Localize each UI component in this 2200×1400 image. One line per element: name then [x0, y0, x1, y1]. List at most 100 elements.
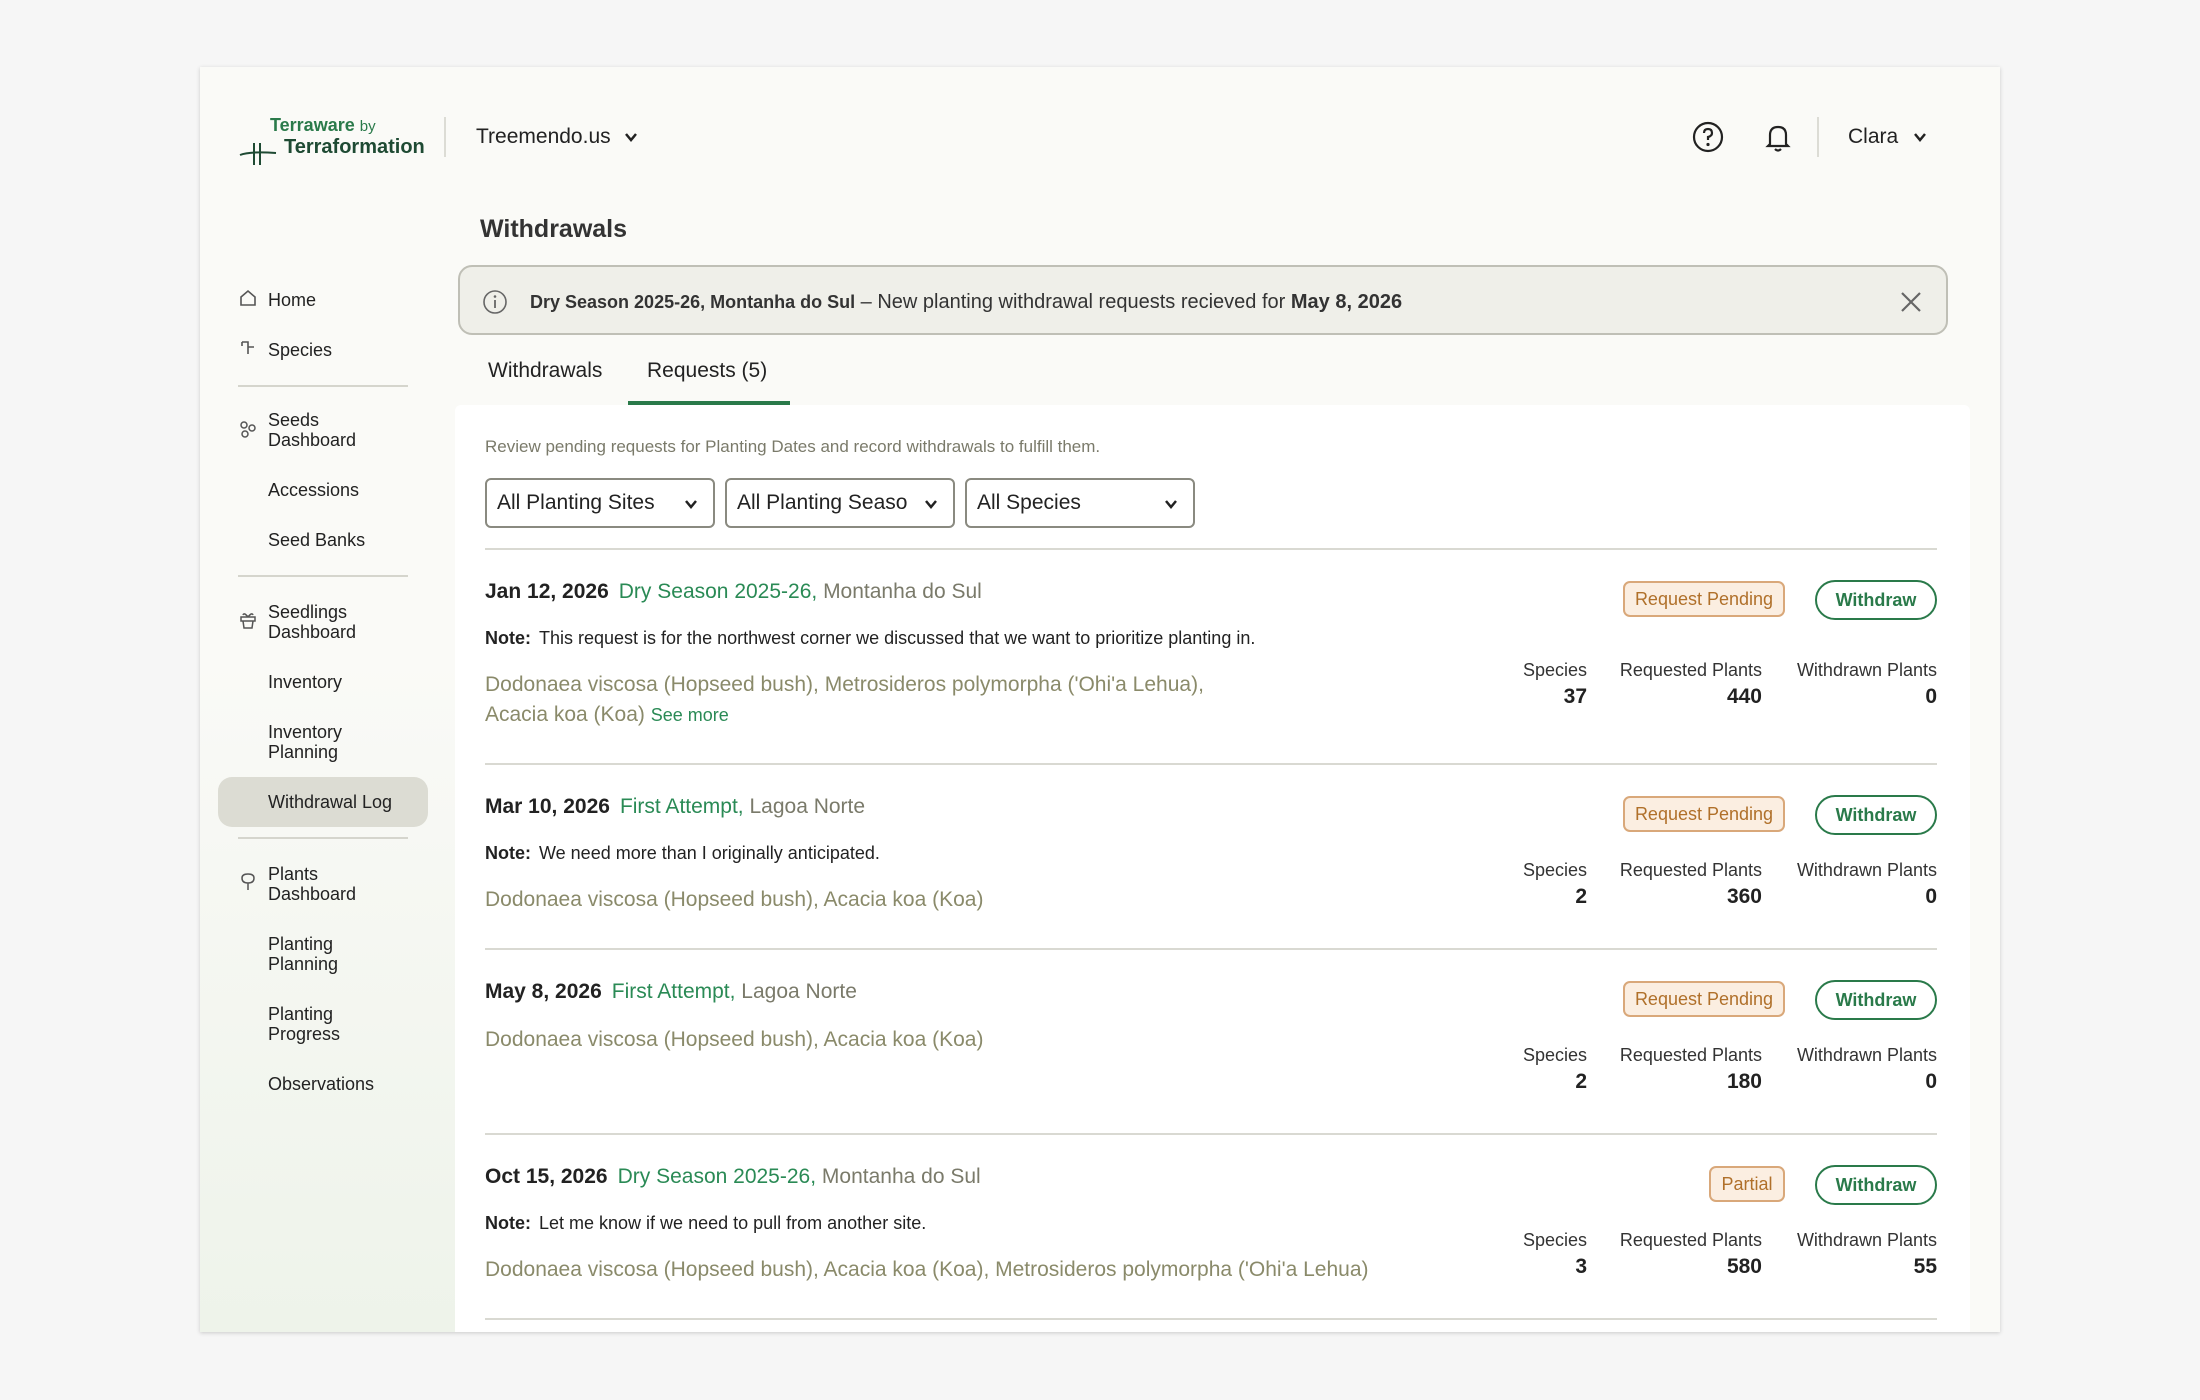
inventory-planning-label-2: Planning [268, 742, 339, 762]
stat-value: 0 [1925, 885, 1937, 908]
stat-value: 580 [1726, 1255, 1762, 1278]
stat-value: 360 [1726, 885, 1762, 908]
brand-bottom: Terraformation [284, 136, 425, 158]
request-species-list: Dodonaea viscosa (Hopseed bush), Acacia … [485, 885, 983, 915]
sidebar-item-species[interactable]: Species [268, 340, 332, 360]
banner-text: – New planting withdrawal requests recie… [855, 291, 1291, 313]
request-row: Mar 10, 2026 First Attempt, Lagoa Norte N… [485, 795, 1937, 935]
close-icon[interactable] [1898, 289, 1924, 315]
stat-label: Withdrawn Plants [1796, 1045, 1937, 1065]
terraformation-mark-icon [239, 143, 277, 165]
info-icon [483, 290, 507, 314]
requests-panel: Review pending requests for Planting Dat… [455, 405, 1970, 1332]
withdraw-button[interactable]: Withdraw [1815, 795, 1937, 835]
stat-species: Species 37 [1523, 660, 1587, 709]
stat-label: Withdrawn Plants [1796, 660, 1937, 680]
filter-species-value: All Species [977, 491, 1081, 514]
seedlings-dashboard-label-2: Dashboard [268, 622, 357, 642]
sidebar-item-observations[interactable]: Observations [268, 1074, 374, 1094]
note-text: This request is for the northwest corner… [539, 628, 1256, 648]
planting-planning-label-2: Planning [268, 954, 339, 974]
request-date: Jan 12, 2026 [485, 580, 609, 603]
request-season-link[interactable]: First Attempt, [620, 795, 744, 818]
request-season-link[interactable]: Dry Season 2025-26, [618, 1165, 816, 1188]
seeds-dashboard-label-2: Dashboard [268, 430, 357, 450]
request-date-line: Jan 12, 2026 Dry Season 2025-26, Montanha… [485, 580, 982, 604]
stat-value: 440 [1726, 685, 1762, 708]
chevron-down-icon [624, 133, 637, 142]
terraware-logo[interactable]: Terraware by Terraformation [238, 115, 425, 165]
planting-planning-label-1: Planting [268, 934, 334, 954]
stat-value: 2 [1575, 885, 1587, 908]
sidebar-item-accessions[interactable]: Accessions [268, 480, 359, 500]
note-label: Note: [485, 628, 531, 648]
sidebar-item-seed-banks[interactable]: Seed Banks [268, 530, 365, 550]
organization-selector[interactable]: Treemendo.us [476, 119, 639, 155]
notifications-bell-icon[interactable] [1760, 119, 1796, 155]
filter-species[interactable]: All Species [965, 478, 1195, 528]
banner-season-site: Dry Season 2025-26, Montanha do Sul [530, 292, 856, 312]
species-icon [241, 341, 254, 354]
stat-label: Requested Plants [1619, 860, 1762, 880]
divider [485, 948, 1937, 950]
request-season-link[interactable]: First Attempt, [612, 980, 736, 1003]
filter-sites-value: All Planting Sites [497, 491, 655, 514]
stat-label: Requested Plants [1619, 1230, 1762, 1250]
stat-label: Withdrawn Plants [1796, 1230, 1937, 1250]
request-row: Oct 15, 2026 Dry Season 2025-26, Montanha… [485, 1165, 1937, 1305]
notification-banner: Dry Season 2025-26, Montanha do Sul – Ne… [458, 265, 1948, 335]
sidebar-item-inventory-planning[interactable]: Inventory Planning [268, 722, 342, 762]
app-window: Terraware by Terraformation Treemendo.us… [200, 67, 2000, 1332]
withdraw-button[interactable]: Withdraw [1815, 980, 1937, 1020]
sidebar-item-withdrawal-log[interactable]: Withdrawal Log [268, 792, 392, 812]
help-icon[interactable] [1690, 119, 1726, 155]
status-badge: Request Pending [1623, 581, 1785, 617]
chevron-down-icon [1914, 133, 1927, 142]
inventory-planning-label-1: Inventory [268, 722, 343, 742]
top-header: Terraware by Terraformation Treemendo.us… [200, 67, 2000, 207]
sidebar-item-plants-dashboard[interactable]: Plants Dashboard [268, 864, 356, 904]
stat-withdrawn: Withdrawn Plants 0 [1797, 1045, 1937, 1094]
sidebar-item-planting-planning[interactable]: Planting Planning [268, 934, 338, 974]
stat-label: Withdrawn Plants [1796, 860, 1937, 880]
sidebar-separator [238, 575, 408, 577]
sidebar-item-inventory[interactable]: Inventory [268, 672, 342, 692]
divider [485, 548, 1937, 550]
request-species-list: Dodonaea viscosa (Hopseed bush), Acacia … [485, 1255, 1369, 1285]
seeds-dashboard-label-1: Seeds [268, 410, 320, 430]
tab-requests[interactable]: Requests (5) [647, 359, 767, 383]
chevron-down-icon [1165, 500, 1177, 509]
request-date: Oct 15, 2026 [485, 1165, 608, 1188]
withdraw-button[interactable]: Withdraw [1815, 580, 1937, 620]
seedlings-dashboard-label-1: Seedlings [268, 602, 348, 622]
stat-label: Species [1522, 1045, 1587, 1065]
stat-value: 0 [1925, 1070, 1937, 1093]
filter-seasons-value: All Planting Seaso [737, 491, 908, 514]
stat-value: 3 [1575, 1255, 1587, 1278]
species-line: Dodonaea viscosa (Hopseed bush), Acacia … [485, 888, 984, 911]
planting-progress-label-2: Progress [268, 1024, 341, 1044]
request-site: Lagoa Norte [743, 795, 866, 818]
plants-dashboard-label-1: Plants [268, 864, 319, 884]
stat-value: 37 [1563, 685, 1587, 708]
sidebar-item-seeds-dashboard[interactable]: Seeds Dashboard [268, 410, 356, 450]
stat-withdrawn: Withdrawn Plants 0 [1797, 860, 1937, 909]
filter-planting-sites[interactable]: All Planting Sites [485, 478, 715, 528]
request-season-link[interactable]: Dry Season 2025-26, [619, 580, 817, 603]
withdraw-button[interactable]: Withdraw [1815, 1165, 1937, 1205]
sidebar-item-home[interactable]: Home [268, 290, 316, 310]
stat-value: 55 [1913, 1255, 1937, 1278]
sidebar-item-planting-progress[interactable]: Planting Progress [268, 1004, 340, 1044]
header-divider-right [1817, 117, 1819, 157]
filter-planting-seasons[interactable]: All Planting Seaso [725, 478, 955, 528]
see-more-link[interactable]: See more [651, 705, 729, 725]
panel-description: Review pending requests for Planting Dat… [485, 437, 1101, 456]
chevron-down-icon [925, 500, 937, 509]
divider [485, 763, 1937, 765]
stat-requested: Requested Plants 360 [1620, 860, 1762, 909]
stat-label: Requested Plants [1619, 660, 1762, 680]
tab-withdrawals[interactable]: Withdrawals [488, 359, 602, 383]
sidebar-item-seedlings-dashboard[interactable]: Seedlings Dashboard [268, 602, 356, 642]
species-line: Acacia koa (Koa) [485, 703, 645, 726]
user-menu[interactable]: Clara [1848, 119, 1928, 155]
